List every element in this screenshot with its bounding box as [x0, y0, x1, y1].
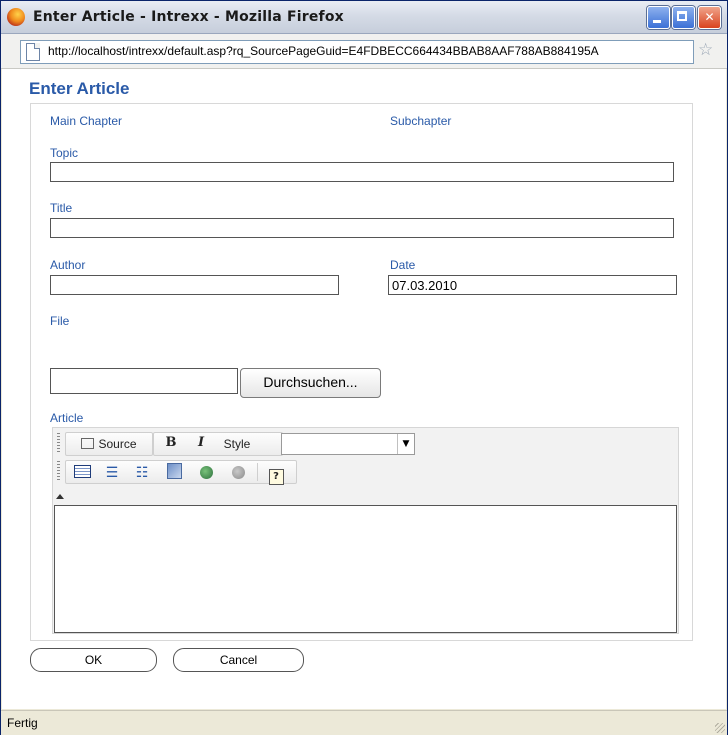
globe-link-icon	[199, 466, 213, 479]
close-icon: ✕	[704, 10, 715, 24]
style-select[interactable]: ▼	[281, 433, 415, 455]
resize-grip-icon[interactable]	[715, 723, 725, 733]
bookmark-star-icon[interactable]: ☆	[698, 41, 713, 59]
form-panel: Main Chapter Subchapter Topic Title Auth…	[30, 103, 693, 641]
help-button[interactable]: ?	[263, 463, 289, 485]
browse-button[interactable]: Durchsuchen...	[240, 368, 381, 398]
toolbar-grip[interactable]	[57, 461, 60, 481]
ok-button[interactable]: OK	[30, 648, 157, 672]
source-group: Source	[65, 432, 153, 456]
url-text[interactable]: http://localhost/intrexx/default.asp?rq_…	[48, 44, 599, 58]
firefox-logo-icon	[7, 8, 25, 26]
table-button[interactable]	[69, 463, 95, 481]
image-button[interactable]	[161, 463, 187, 481]
numbered-list-icon[interactable]: ☰	[99, 463, 125, 481]
page-title: Enter Article	[29, 79, 130, 98]
url-field[interactable]: http://localhost/intrexx/default.asp?rq_…	[20, 40, 694, 64]
maximize-icon	[677, 11, 687, 21]
date-input[interactable]: 07.03.2010	[388, 275, 677, 295]
cancel-button[interactable]: Cancel	[173, 648, 304, 672]
browser-window: Enter Article - Intrexx - Mozilla Firefo…	[0, 0, 728, 735]
style-label: Style	[223, 437, 251, 451]
source-label: Source	[98, 437, 137, 451]
subchapter-label: Subchapter	[390, 114, 452, 128]
source-button[interactable]: Source	[70, 435, 148, 453]
maximize-button[interactable]	[672, 6, 695, 29]
minimize-button[interactable]	[647, 6, 670, 29]
file-path-input[interactable]	[50, 368, 238, 394]
toolbar-collapse-icon[interactable]	[56, 494, 64, 499]
article-label: Article	[50, 411, 84, 425]
close-button[interactable]: ✕	[698, 6, 721, 29]
author-input[interactable]	[50, 275, 339, 295]
page-icon	[26, 43, 40, 61]
page-content: Enter Article Main Chapter Subchapter To…	[2, 69, 726, 709]
toolbar-separator	[257, 463, 258, 481]
format-group: B I Style	[153, 432, 283, 456]
bulleted-list-icon[interactable]: ☷	[129, 463, 155, 481]
author-label: Author	[50, 258, 86, 272]
title-label: Title	[50, 201, 73, 215]
unlink-button[interactable]	[225, 463, 251, 481]
insert-group: ☰ ☷ ?	[65, 460, 297, 485]
title-input[interactable]	[50, 218, 674, 238]
link-button[interactable]	[193, 463, 219, 481]
editor-toolbar-row-2: ☰ ☷ ?	[53, 458, 453, 485]
toolbar-grip[interactable]	[57, 433, 60, 453]
title-bar[interactable]: Enter Article - Intrexx - Mozilla Firefo…	[1, 1, 727, 34]
status-text: Fertig	[7, 716, 38, 730]
help-icon: ?	[268, 469, 284, 485]
editor-toolbar-row-1: Source B I Style ▼	[53, 430, 453, 456]
article-editor-area[interactable]	[54, 505, 677, 633]
status-bar: Fertig	[1, 710, 727, 735]
image-icon	[166, 463, 182, 479]
file-label: File	[50, 314, 70, 328]
minimize-icon	[653, 20, 661, 23]
date-label: Date	[390, 258, 416, 272]
bold-button[interactable]: B	[158, 435, 184, 453]
topic-label: Topic	[50, 146, 79, 160]
main-chapter-label: Main Chapter	[50, 114, 123, 128]
window-title: Enter Article - Intrexx - Mozilla Firefo…	[33, 9, 344, 25]
italic-button[interactable]: I	[188, 435, 214, 453]
topic-input[interactable]	[50, 162, 674, 182]
table-icon	[73, 465, 91, 478]
unlink-icon	[231, 466, 245, 479]
source-icon	[81, 438, 95, 449]
rich-text-editor: Source B I Style ▼ ☰ ☷ ?	[52, 427, 679, 634]
address-bar-area: http://localhost/intrexx/default.asp?rq_…	[1, 34, 727, 69]
chevron-down-icon[interactable]: ▼	[397, 434, 414, 454]
